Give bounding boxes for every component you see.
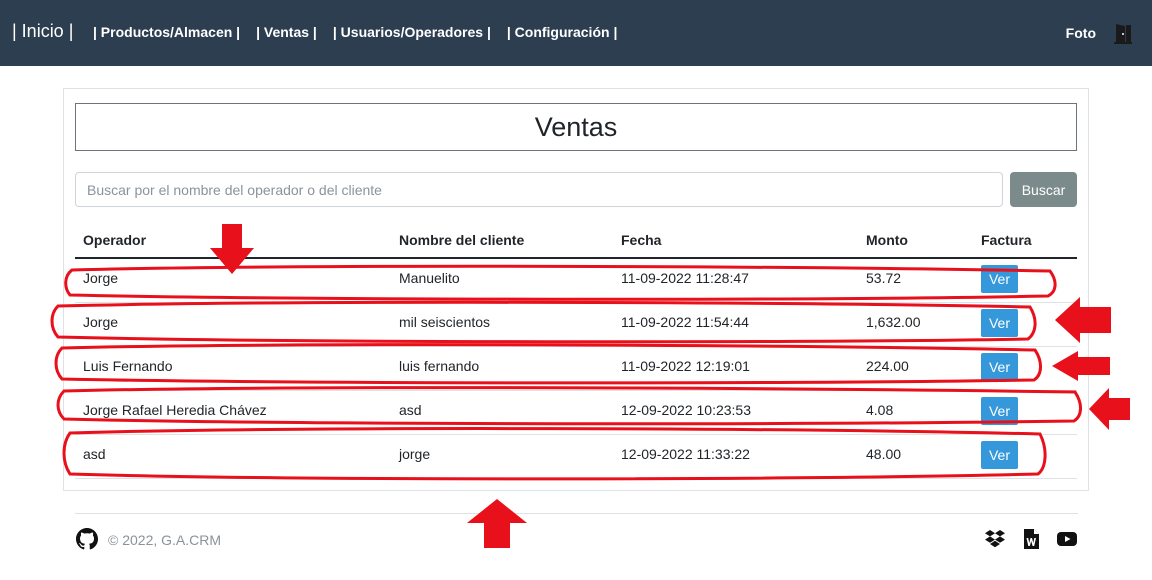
header-operador: Operador: [83, 232, 147, 248]
cell-cliente: luis fernando: [399, 358, 480, 374]
annotation-arrow: [1089, 388, 1130, 430]
annotation-arrow: [467, 499, 527, 548]
cell-monto: 53.72: [866, 270, 902, 286]
table-row: Jorge mil seiscientos 11-09-2022 11:54:4…: [75, 303, 1077, 347]
cell-monto: 224.00: [866, 358, 909, 374]
navbar: | Inicio | | Productos/Almacen | | Venta…: [0, 0, 1152, 66]
nav-link-usuarios[interactable]: | Usuarios/Operadores |: [333, 24, 491, 40]
footer-divider: [75, 513, 1078, 514]
title-box: Ventas: [75, 103, 1077, 151]
table-row: Jorge Manuelito 11-09-2022 11:28:47 53.7…: [75, 259, 1077, 303]
cell-monto: 4.08: [866, 402, 894, 418]
cell-cliente: Manuelito: [399, 270, 460, 286]
cell-operador: Jorge: [83, 314, 119, 330]
table-row: Jorge Rafael Heredia Chávez asd 12-09-20…: [75, 391, 1077, 435]
foto-link[interactable]: Foto: [1066, 25, 1096, 41]
youtube-icon[interactable]: [1056, 528, 1078, 550]
copyright-text: © 2022, G.A.CRM: [108, 532, 222, 548]
ver-factura-button[interactable]: Ver: [981, 353, 1018, 381]
word-file-icon[interactable]: [1020, 528, 1042, 550]
nav-links: | Productos/Almacen | | Ventas | | Usuar…: [93, 24, 633, 40]
cell-operador: asd: [83, 446, 106, 462]
github-icon[interactable]: [76, 528, 98, 550]
search-input[interactable]: [75, 172, 1003, 207]
dropbox-icon[interactable]: [984, 528, 1006, 550]
door-icon[interactable]: [1112, 22, 1134, 44]
nav-link-configuracion[interactable]: | Configuración |: [507, 24, 618, 40]
cell-operador: Luis Fernando: [83, 358, 173, 374]
table-row: Luis Fernando luis fernando 11-09-2022 1…: [75, 347, 1077, 391]
cell-fecha: 11-09-2022 11:28:47: [621, 270, 749, 286]
cell-fecha: 12-09-2022 11:33:22: [621, 446, 750, 462]
table-row: asd jorge 12-09-2022 11:33:22 48.00 Ver: [75, 435, 1077, 479]
table-header: Operador Nombre del cliente Fecha Monto …: [75, 224, 1077, 259]
cell-fecha: 12-09-2022 10:23:53: [621, 402, 751, 418]
cell-cliente: asd: [399, 402, 422, 418]
header-cliente: Nombre del cliente: [399, 232, 525, 248]
brand-link[interactable]: | Inicio |: [12, 21, 73, 42]
cell-fecha: 11-09-2022 12:19:01: [621, 358, 750, 374]
cell-monto: 48.00: [866, 446, 902, 462]
footer-icons: [970, 528, 1078, 550]
ver-factura-button[interactable]: Ver: [981, 309, 1018, 337]
ver-factura-button[interactable]: Ver: [981, 265, 1018, 293]
page-title: Ventas: [534, 111, 618, 142]
cell-cliente: mil seiscientos: [399, 314, 491, 330]
ver-factura-button[interactable]: Ver: [981, 397, 1018, 425]
header-factura: Factura: [981, 232, 1032, 248]
cell-cliente: jorge: [399, 446, 431, 462]
ver-factura-button[interactable]: Ver: [981, 441, 1018, 469]
nav-link-productos[interactable]: | Productos/Almacen |: [93, 24, 240, 40]
cell-operador: Jorge Rafael Heredia Chávez: [83, 402, 267, 418]
cell-monto: 1,632.00: [866, 314, 921, 330]
nav-link-ventas[interactable]: | Ventas |: [256, 24, 317, 40]
cell-operador: Jorge: [83, 270, 119, 286]
header-monto: Monto: [866, 232, 908, 248]
ventas-card: Ventas Buscar Operador Nombre del client…: [63, 88, 1089, 491]
nav-right: Foto: [1066, 22, 1134, 44]
cell-fecha: 11-09-2022 11:54:44: [621, 314, 749, 330]
header-fecha: Fecha: [621, 232, 662, 248]
search-button[interactable]: Buscar: [1010, 172, 1077, 207]
